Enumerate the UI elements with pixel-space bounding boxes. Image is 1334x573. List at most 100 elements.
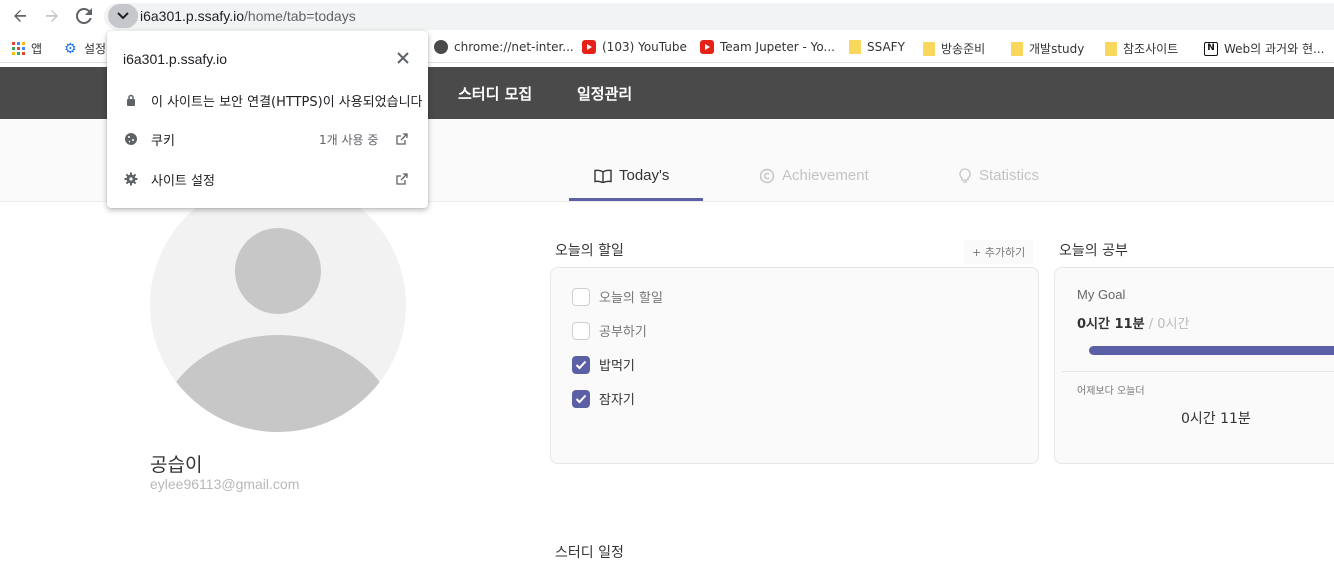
tab-label: Achievement (782, 167, 869, 184)
menu-study-recruit[interactable]: 스터디 모집 (458, 83, 532, 104)
reload-button[interactable] (72, 4, 96, 28)
browser-toolbar: i6a301.p.ssafy.io/home/tab=todays (0, 0, 1334, 33)
folder-icon (1105, 41, 1117, 56)
cookies-count: 1개 사용 중 (319, 132, 379, 147)
profile-name: 공습이 (150, 454, 203, 476)
goal-time: 0시간 11분 / 0시간 (1077, 313, 1189, 332)
time-goal: 0시간 (1157, 317, 1190, 332)
popup-site-settings-row[interactable]: 사이트 설정 (107, 160, 428, 198)
close-button[interactable] (393, 49, 413, 69)
compare-label: 어제보다 오늘더 (1077, 386, 1145, 397)
reload-icon (76, 8, 92, 24)
url-text[interactable]: i6a301.p.ssafy.io/home/tab=todays (140, 8, 356, 24)
settings-gear-icon: ⚙ (64, 40, 77, 57)
bookmark-apps[interactable]: 앱 (12, 40, 42, 57)
bookmark-broadcast[interactable]: 방송준비 (923, 40, 985, 57)
tab-statistics[interactable]: Statistics (958, 167, 1039, 184)
bookmark-settings[interactable]: ⚙ 설정 (64, 40, 106, 57)
bookmark-dev-study[interactable]: 개발study (1011, 40, 1084, 57)
lightbulb-icon (959, 167, 971, 183)
bookmark-label: Web의 과거와 현... (1224, 42, 1325, 56)
avatar (150, 178, 406, 432)
todo-item[interactable]: 잠자기 (572, 389, 635, 408)
checkbox-checked[interactable] (572, 389, 590, 408)
url-path: /home/tab=todays (244, 8, 356, 24)
todo-item[interactable]: 오늘의 할일 (572, 287, 663, 306)
forward-button[interactable] (40, 4, 64, 28)
bookmark-label: 설정 (84, 42, 107, 56)
tab-label: Statistics (979, 167, 1040, 184)
bookmark-ssafy[interactable]: SSAFY (849, 40, 905, 54)
todo-label: 잠자기 (599, 393, 635, 408)
youtube-icon (582, 40, 596, 54)
site-info-popup: i6a301.p.ssafy.io 이 사이트는 보안 연결(HTTPS)이 사… (107, 31, 428, 208)
goal-title: My Goal (1077, 287, 1126, 302)
external-link-icon (396, 133, 408, 145)
bookmark-label: chrome://net-inter... (454, 40, 574, 54)
compare-value: 0시간 11분 (1181, 411, 1251, 427)
globe-icon (434, 40, 448, 54)
todo-label: 오늘의 할일 (599, 291, 663, 306)
site-settings-label: 사이트 설정 (151, 173, 215, 189)
time-done: 0시간 11분 (1077, 317, 1145, 332)
checkbox-unchecked[interactable] (572, 287, 590, 306)
url-host: i6a301.p.ssafy.io (140, 8, 245, 24)
bookmark-web-history[interactable]: N Web의 과거와 현... (1204, 40, 1324, 57)
profile-email: eylee96113@gmail.com (150, 476, 300, 492)
avatar-body (158, 335, 398, 432)
gear-icon (123, 171, 139, 187)
bookmark-youtube[interactable]: (103) YouTube (582, 40, 687, 54)
todo-item[interactable]: 공부하기 (572, 321, 647, 340)
security-text: 이 사이트는 보안 연결(HTTPS)이 사용되었습니다 (151, 94, 423, 110)
chevron-down-icon (117, 12, 129, 20)
checkbox-unchecked[interactable] (572, 321, 590, 340)
popup-security-row[interactable]: 이 사이트는 보안 연결(HTTPS)이 사용되었습니다 (107, 81, 428, 119)
bookmark-reference-sites[interactable]: 참조사이트 (1105, 40, 1178, 57)
tab-todays[interactable]: Today's (594, 167, 669, 184)
arrow-right-icon (46, 10, 58, 22)
todo-section-title: 오늘의 할일 (555, 243, 624, 259)
study-section-title: 오늘의 공부 (1059, 243, 1128, 259)
active-tab-indicator (569, 198, 703, 201)
copyright-icon (759, 168, 775, 183)
checkmark-icon (575, 360, 587, 369)
notion-icon: N (1204, 41, 1218, 56)
avatar-head (235, 228, 321, 314)
menu-schedule[interactable]: 일정관리 (577, 83, 632, 104)
folder-icon (923, 41, 935, 56)
book-icon (594, 169, 612, 183)
checkbox-checked[interactable] (572, 355, 590, 374)
bookmark-label: 개발study (1029, 42, 1085, 56)
close-icon (397, 52, 409, 64)
cookies-label: 쿠키 (151, 133, 175, 149)
todo-item[interactable]: 밥먹기 (572, 355, 635, 374)
folder-icon (849, 40, 861, 54)
checkmark-icon (575, 394, 587, 403)
add-todo-button[interactable]: + 추가하기 (964, 240, 1034, 264)
apps-grid-icon (12, 42, 25, 55)
tab-label: Today's (619, 167, 670, 184)
bookmark-label: 참조사이트 (1123, 42, 1179, 56)
lock-icon (123, 92, 139, 108)
bookmark-label: 앱 (31, 42, 43, 56)
bookmark-net-internals[interactable]: chrome://net-inter... (434, 40, 574, 54)
goal-progress-bar (1089, 346, 1334, 355)
todo-label: 밥먹기 (599, 359, 635, 374)
todo-label: 공부하기 (599, 325, 647, 340)
bookmark-team-jupeter[interactable]: Team Jupeter - Yo... (700, 40, 835, 54)
divider (1062, 371, 1334, 372)
schedule-section-title: 스터디 일정 (555, 545, 624, 561)
bookmark-label: (103) YouTube (602, 40, 687, 54)
external-link-icon (396, 173, 408, 185)
tab-achievement[interactable]: Achievement (759, 167, 869, 184)
popup-cookies-row[interactable]: 쿠키 1개 사용 중 (107, 120, 428, 158)
youtube-icon (700, 40, 714, 54)
back-button[interactable] (8, 4, 32, 28)
folder-icon (1011, 41, 1023, 56)
arrow-left-icon (14, 10, 26, 22)
bookmark-label: Team Jupeter - Yo... (720, 40, 835, 54)
site-info-button[interactable] (108, 4, 138, 28)
popup-domain: i6a301.p.ssafy.io (123, 51, 228, 67)
bookmark-label: SSAFY (867, 40, 905, 54)
bookmark-label: 방송준비 (941, 42, 986, 56)
